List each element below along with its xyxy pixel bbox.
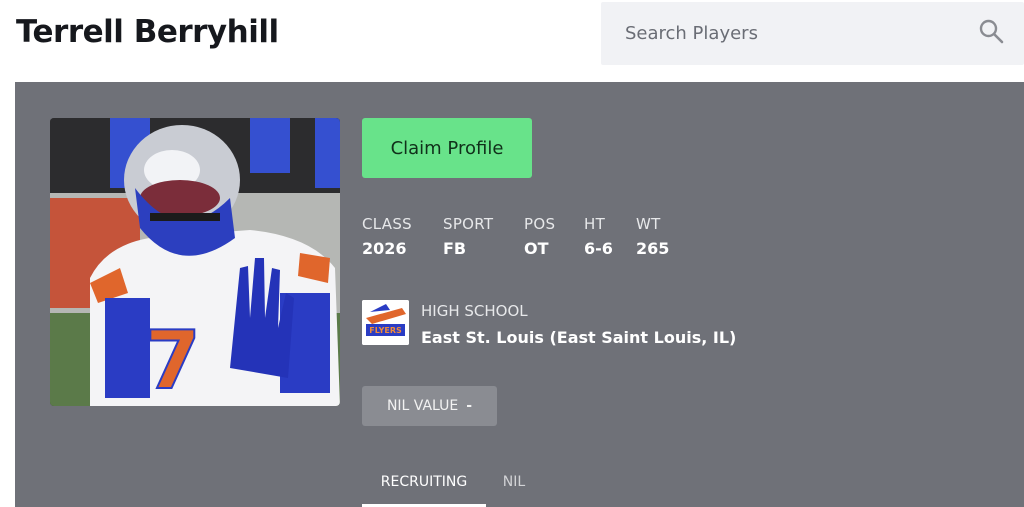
tab-recruiting[interactable]: RECRUITING (362, 474, 486, 507)
stat-value: 265 (636, 239, 670, 258)
stat-class: CLASS 2026 (362, 215, 412, 258)
claim-profile-button[interactable]: Claim Profile (362, 118, 532, 178)
tab-nil[interactable]: NIL (500, 474, 528, 507)
search-icon[interactable] (978, 18, 1004, 44)
stat-sport: SPORT FB (443, 215, 493, 258)
player-photo: 7 (50, 118, 340, 406)
stat-label: CLASS (362, 215, 412, 233)
stat-label: SPORT (443, 215, 494, 233)
nil-label: NIL VALUE (386, 398, 459, 414)
school-name: East St. Louis (East Saint Louis, IL) (421, 328, 737, 347)
stat-value: 6-6 (584, 239, 613, 258)
search-bar[interactable] (601, 2, 1024, 65)
school-logo-text: FLYERS (369, 326, 402, 335)
svg-text:7: 7 (145, 314, 201, 406)
stat-value: FB (443, 239, 467, 258)
stat-label: POS (524, 215, 556, 233)
school-label: HIGH SCHOOL (421, 302, 528, 320)
stat-label: HT (584, 215, 606, 233)
nil-value: - (466, 398, 473, 414)
stat-label: WT (636, 215, 661, 233)
stat-pos: POS OT (524, 215, 555, 258)
search-input[interactable] (625, 2, 965, 65)
stat-value: 2026 (362, 239, 407, 258)
nil-value-badge: NIL VALUE - (362, 386, 497, 426)
stat-wt: WT 265 (636, 215, 669, 258)
stat-ht: HT 6-6 (584, 215, 613, 258)
school-logo: FLYERS (362, 300, 409, 345)
stat-value: OT (524, 239, 549, 258)
player-name: Terrell Berryhill (16, 14, 279, 50)
